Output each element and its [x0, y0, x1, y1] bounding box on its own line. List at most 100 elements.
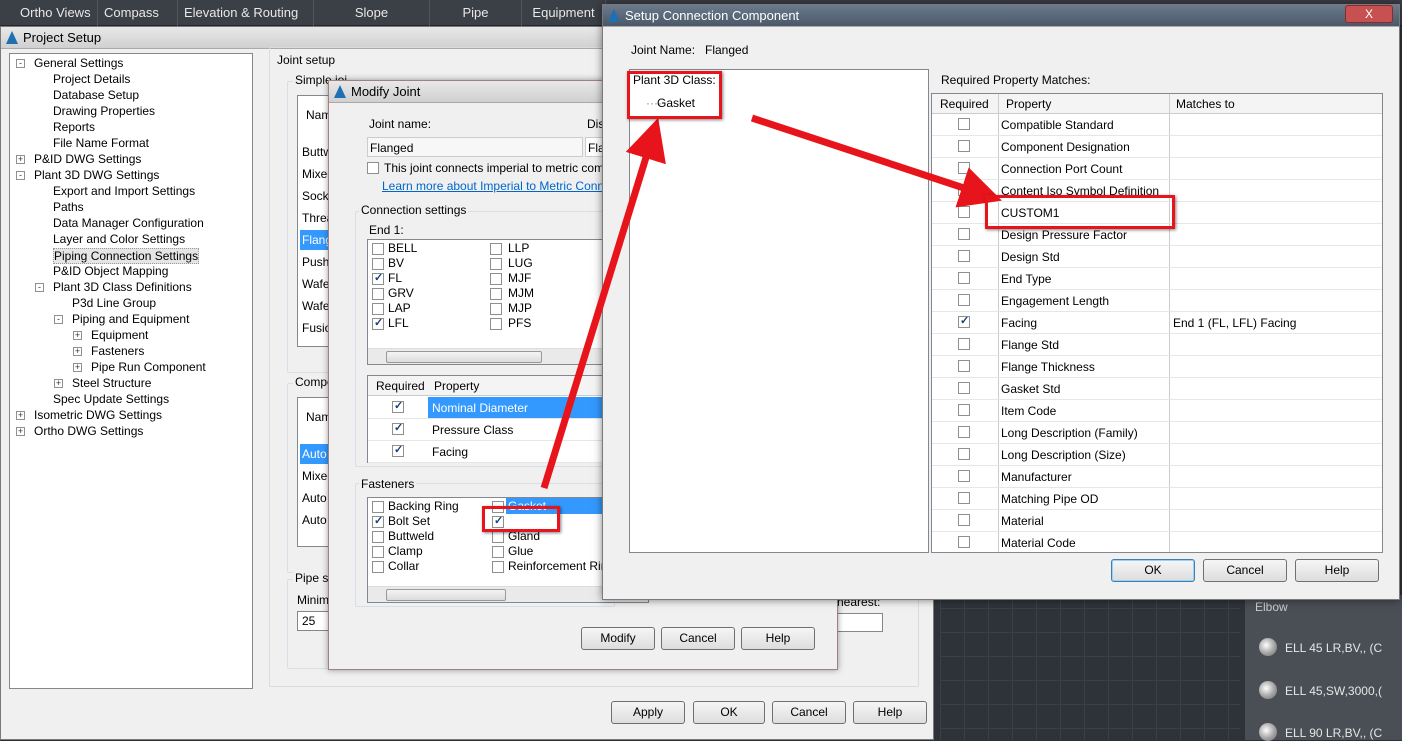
end-code-checkbox[interactable] — [490, 318, 502, 330]
tree-item[interactable]: Data Manager Configuration — [53, 216, 204, 230]
expander-icon[interactable]: - — [54, 315, 63, 324]
tree-item[interactable]: Database Setup — [53, 88, 139, 102]
settings-tree[interactable]: - General Settings Project Details Database… — [9, 53, 253, 689]
required-checkbox[interactable] — [958, 536, 970, 548]
ok-button[interactable]: OK — [1111, 559, 1195, 582]
table-row[interactable]: Long Description (Size) — [932, 444, 1382, 466]
nearest-input[interactable] — [837, 613, 883, 632]
scroll-thumb[interactable] — [386, 351, 542, 363]
tree-item[interactable]: Piping Connection Settings — [53, 248, 200, 264]
apply-button[interactable]: Apply — [611, 701, 685, 724]
tree-item[interactable]: Plant 3D DWG Settings — [34, 168, 159, 182]
required-checkbox[interactable] — [958, 250, 970, 262]
table-row[interactable]: Flange Thickness — [932, 356, 1382, 378]
expander-icon[interactable]: + — [73, 347, 82, 356]
end-code-checkbox[interactable] — [372, 316, 384, 330]
tree-item[interactable]: Project Details — [53, 72, 130, 86]
cancel-button[interactable]: Cancel — [661, 627, 735, 650]
end-code-checkbox[interactable] — [490, 273, 502, 285]
table-row[interactable]: Engagement Length — [932, 290, 1382, 312]
tree-item[interactable]: Ortho DWG Settings — [34, 424, 143, 438]
tab-slope[interactable]: Slope — [314, 0, 430, 26]
table-row[interactable]: Long Description (Family) — [932, 422, 1382, 444]
table-row[interactable]: Design Std — [932, 246, 1382, 268]
required-checkbox[interactable] — [958, 448, 970, 460]
expander-icon[interactable]: + — [73, 331, 82, 340]
palette-item[interactable]: ELL 45,SW,3000,( — [1259, 681, 1382, 699]
expander-icon[interactable]: + — [16, 155, 25, 164]
required-checkbox[interactable] — [958, 404, 970, 416]
fastener-checkbox[interactable] — [492, 531, 504, 543]
tree-item[interactable]: Paths — [53, 200, 84, 214]
palette-item[interactable]: ELL 90 LR,BV,, (C — [1259, 723, 1382, 741]
tree-item[interactable]: Plant 3D Class Definitions — [53, 280, 192, 294]
table-row[interactable]: Manufacturer — [932, 466, 1382, 488]
table-row[interactable]: End Type — [932, 268, 1382, 290]
help-button[interactable]: Help — [741, 627, 815, 650]
tree-item[interactable]: Equipment — [91, 328, 148, 342]
fastener-checkbox[interactable] — [372, 501, 384, 513]
tree-item[interactable]: Pipe Run Component — [91, 360, 206, 374]
help-button[interactable]: Help — [853, 701, 927, 724]
expander-icon[interactable]: + — [16, 411, 25, 420]
required-checkbox[interactable] — [392, 399, 404, 413]
required-checkbox[interactable] — [958, 294, 970, 306]
imperial-metric-checkbox[interactable] — [367, 162, 379, 174]
joint-property-table[interactable]: Required Property Nominal Diameter Pressure… — [367, 375, 603, 463]
table-row[interactable]: Material — [932, 510, 1382, 532]
end-code-checkbox[interactable] — [490, 243, 502, 255]
fastener-checkbox[interactable] — [492, 546, 504, 558]
table-row[interactable]: Material Code — [932, 532, 1382, 552]
tree-item[interactable]: P3d Line Group — [72, 296, 156, 310]
required-checkbox[interactable] — [958, 272, 970, 284]
tree-item[interactable]: Steel Structure — [72, 376, 151, 390]
table-row[interactable]: Compatible Standard — [932, 114, 1382, 136]
fastener-checkbox[interactable] — [372, 561, 384, 573]
required-checkbox[interactable] — [392, 443, 404, 457]
required-checkbox[interactable] — [958, 492, 970, 504]
end-code-checkbox[interactable] — [490, 303, 502, 315]
required-checkbox[interactable] — [958, 140, 970, 152]
fastener-checkbox[interactable] — [492, 561, 504, 573]
tree-item[interactable]: P&ID Object Mapping — [53, 264, 168, 278]
end1-list[interactable]: BELLBVFLGRVLAPLFL LLPLUGMJFMJMMJPPFS — [367, 239, 603, 365]
help-button[interactable]: Help — [1295, 559, 1379, 582]
modify-button[interactable]: Modify — [581, 627, 655, 650]
required-checkbox[interactable] — [958, 470, 970, 482]
required-checkbox[interactable] — [958, 338, 970, 350]
required-checkbox[interactable] — [958, 206, 970, 218]
table-row[interactable]: Pressure Class — [368, 419, 603, 441]
tab-pipe-supports[interactable]: Pipe Supports — [430, 0, 522, 46]
table-row[interactable]: Nominal Diameter — [368, 397, 603, 419]
table-row[interactable]: Matching Pipe OD — [932, 488, 1382, 510]
class-tree[interactable]: Plant 3D Class: ···· Gasket — [629, 69, 929, 553]
tree-item[interactable]: General Settings — [34, 56, 123, 70]
table-row[interactable]: Component Designation — [932, 136, 1382, 158]
tree-item[interactable]: Isometric DWG Settings — [34, 408, 162, 422]
tab-elevation-routing[interactable]: Elevation & Routing ▼ — [178, 0, 314, 45]
palette-item[interactable]: ELL 45 LR,BV,, (C — [1259, 638, 1382, 656]
learn-more-link[interactable]: Learn more about Imperial to Metric Conn… — [382, 179, 620, 193]
tree-item[interactable]: Reports — [53, 120, 95, 134]
tree-item[interactable]: Fasteners — [91, 344, 144, 358]
expander-icon[interactable]: + — [73, 363, 82, 372]
required-checkbox[interactable] — [958, 314, 970, 328]
required-checkbox[interactable] — [958, 382, 970, 394]
table-row[interactable]: Item Code — [932, 400, 1382, 422]
table-row[interactable]: Flange Std — [932, 334, 1382, 356]
end-code-checkbox[interactable] — [490, 258, 502, 270]
expander-icon[interactable]: + — [54, 379, 63, 388]
tree-item[interactable]: File Name Format — [53, 136, 149, 150]
tree-item[interactable]: Piping and Equipment — [72, 312, 189, 326]
table-row[interactable]: Facing End 1 (FL, LFL) Facing — [932, 312, 1382, 334]
tree-item[interactable]: Spec Update Settings — [53, 392, 169, 406]
property-matches-table[interactable]: Required Property Matches to Compatible Sta… — [931, 93, 1383, 553]
required-checkbox[interactable] — [392, 421, 404, 435]
end-code-checkbox[interactable] — [372, 243, 384, 255]
end-code-checkbox[interactable] — [372, 271, 384, 285]
end-code-checkbox[interactable] — [372, 258, 384, 270]
joint-name-field[interactable]: Flanged — [367, 137, 583, 157]
tab-compass[interactable]: Compass ▼ — [98, 0, 178, 45]
tab-ortho-views[interactable]: Ortho Views — [14, 0, 98, 26]
table-row[interactable]: Connection Port Count — [932, 158, 1382, 180]
